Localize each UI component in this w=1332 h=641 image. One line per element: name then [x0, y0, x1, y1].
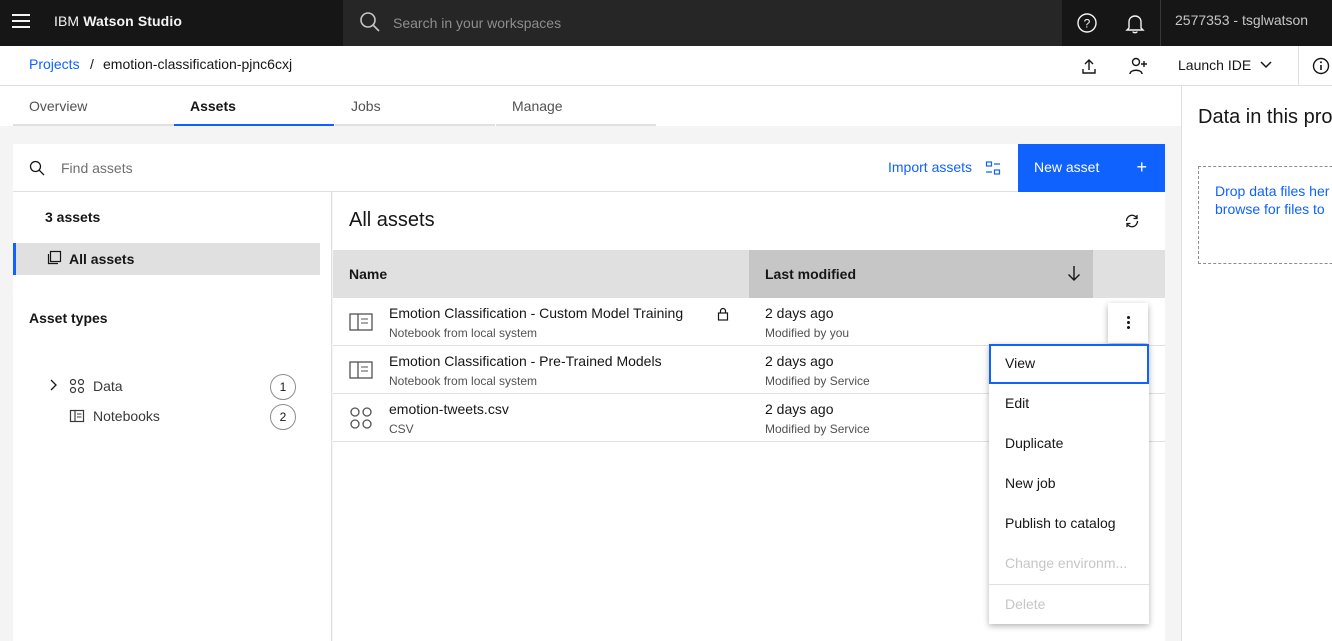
overflow-menu-icon	[1127, 316, 1130, 330]
data-icon	[350, 407, 372, 429]
asset-modified-by: Modified by you	[765, 326, 850, 340]
chevron-right-icon[interactable]	[48, 379, 58, 391]
filter-all-assets[interactable]: All assets	[13, 243, 320, 275]
asset-modified-date: 2 days ago	[765, 401, 834, 417]
file-drop-zone[interactable]: Drop data files her browse for files to	[1198, 166, 1332, 264]
divider	[1298, 46, 1299, 86]
column-header-last-modified[interactable]: Last modified	[749, 250, 1093, 298]
lock-icon	[717, 307, 729, 321]
notebook-icon	[69, 409, 85, 423]
menu-item-publish-to-catalog[interactable]: Publish to catalog	[989, 504, 1149, 544]
search-icon	[360, 12, 380, 32]
asset-type-data-count: 1	[270, 374, 296, 400]
asset-type-notebooks-count: 2	[270, 404, 296, 430]
asset-types-heading: Asset types	[29, 310, 108, 326]
notebook-icon	[349, 361, 373, 379]
menu-item-change-environment: Change environm...	[1005, 555, 1128, 571]
import-icon[interactable]	[985, 160, 1001, 176]
chevron-down-icon[interactable]	[1260, 60, 1272, 70]
add-collaborator-icon[interactable]	[1128, 57, 1148, 75]
asset-name-link[interactable]: Emotion Classification - Custom Model Tr…	[389, 305, 683, 321]
upload-icon[interactable]	[1080, 57, 1098, 75]
hamburger-menu-icon[interactable]	[12, 14, 30, 30]
refresh-icon[interactable]	[1124, 213, 1140, 229]
svg-text:?: ?	[1084, 17, 1091, 31]
notification-bell-icon[interactable]	[1123, 11, 1147, 35]
global-search	[343, 0, 1062, 46]
overflow-menu-button[interactable]	[1108, 303, 1148, 343]
column-header-last-modified-label: Last modified	[765, 266, 857, 282]
asset-type: CSV	[389, 422, 414, 436]
column-header-name[interactable]: Name	[349, 266, 387, 282]
menu-item-duplicate[interactable]: Duplicate	[989, 424, 1149, 464]
asset-type-notebooks[interactable]: Notebooks 2	[13, 401, 313, 431]
asset-modified-date: 2 days ago	[765, 305, 834, 321]
stack-icon	[47, 250, 62, 265]
asset-modified-by: Modified by Service	[765, 422, 870, 436]
drop-zone-text-line2[interactable]: browse for files to	[1215, 201, 1325, 217]
new-asset-label: New asset	[1034, 159, 1100, 175]
brand-name: Watson Studio	[83, 13, 182, 29]
asset-name-link[interactable]: emotion-tweets.csv	[389, 401, 509, 417]
asset-type: Notebook from local system	[389, 374, 538, 388]
asset-filter-panel: 3 assets All assets Asset types Data 1 N…	[13, 192, 332, 641]
assets-toolbar: Import assets New asset +	[13, 144, 1165, 192]
tab-manage[interactable]: Manage	[496, 86, 656, 126]
breadcrumb-projects-link[interactable]: Projects	[29, 56, 80, 72]
menu-item-view[interactable]: View	[989, 344, 1149, 384]
asset-type-notebooks-label: Notebooks	[93, 408, 160, 424]
asset-type-data[interactable]: Data 1	[13, 371, 313, 401]
asset-type-data-label: Data	[93, 378, 123, 394]
help-icon[interactable]: ?	[1075, 11, 1099, 35]
brand-prefix: IBM	[54, 13, 80, 29]
sort-arrow-down-icon[interactable]	[1066, 264, 1082, 282]
asset-list-title: All assets	[349, 209, 435, 231]
asset-overflow-menu: View Edit Duplicate New job Publish to c…	[989, 344, 1149, 624]
menu-item-delete: Delete	[989, 584, 1149, 624]
breadcrumb-separator: /	[90, 56, 94, 72]
asset-name-link[interactable]: Emotion Classification - Pre-Trained Mod…	[389, 353, 662, 369]
search-icon	[29, 160, 45, 176]
tab-overview[interactable]: Overview	[13, 86, 174, 126]
filter-all-assets-label: All assets	[69, 251, 135, 267]
breadcrumb-current-project: emotion-classification-pjnc6cxj	[103, 56, 293, 72]
top-nav-bar: IBM Watson Studio ? 2577353 - tsglwatson	[0, 0, 1332, 46]
app-brand[interactable]: IBM Watson Studio	[54, 13, 182, 29]
tab-assets[interactable]: Assets	[174, 86, 334, 126]
global-search-input[interactable]	[393, 0, 1033, 46]
side-panel-title: Data in this pro	[1198, 106, 1332, 128]
asset-type: Notebook from local system	[389, 326, 538, 340]
new-asset-button[interactable]: New asset +	[1018, 144, 1165, 192]
data-side-panel: Data in this pro Drop data files her bro…	[1181, 86, 1332, 641]
breadcrumb-bar: Projects / emotion-classification-pjnc6c…	[0, 46, 1332, 86]
asset-modified-by: Modified by Service	[765, 374, 870, 388]
tab-jobs[interactable]: Jobs	[335, 86, 495, 126]
table-header: Name Last modified	[333, 250, 1165, 298]
find-assets-input[interactable]	[61, 144, 661, 191]
menu-item-new-job[interactable]: New job	[989, 464, 1149, 504]
data-icon	[69, 378, 85, 394]
asset-count: 3 assets	[45, 209, 101, 225]
drop-zone-text-line1: Drop data files her	[1215, 183, 1330, 199]
launch-ide-button[interactable]: Launch IDE	[1178, 57, 1251, 73]
import-assets-button[interactable]: Import assets	[888, 159, 972, 175]
menu-item-edit[interactable]: Edit	[989, 384, 1149, 424]
table-row[interactable]: Emotion Classification - Custom Model Tr…	[333, 298, 1165, 346]
asset-modified-date: 2 days ago	[765, 353, 834, 369]
account-switcher[interactable]: 2577353 - tsglwatson	[1160, 0, 1332, 46]
info-icon[interactable]	[1312, 57, 1330, 75]
notebook-icon	[349, 313, 373, 331]
plus-icon: +	[1136, 157, 1147, 177]
